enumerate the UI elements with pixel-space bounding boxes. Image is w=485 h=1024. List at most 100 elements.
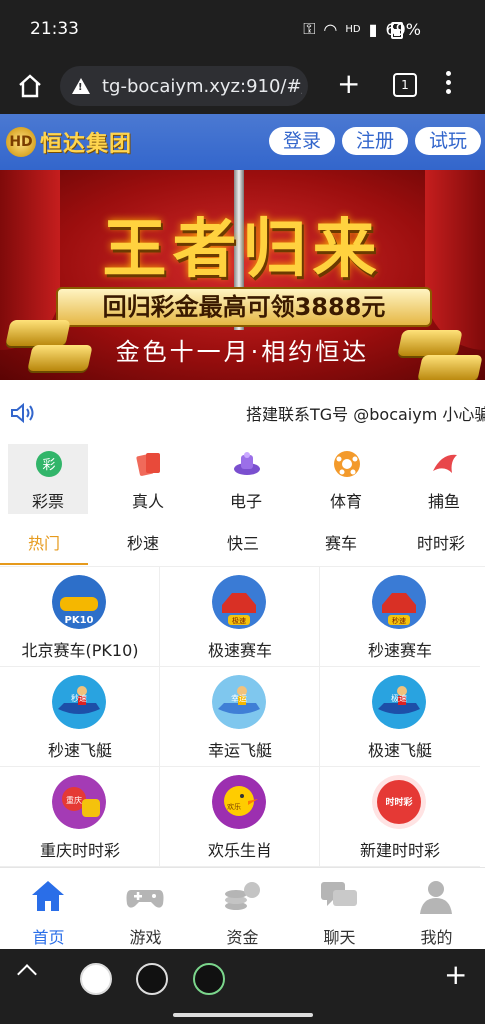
game-tile-miaosu-racing[interactable]: 秒速 秒速赛车	[320, 567, 480, 667]
nav-home[interactable]: 首页	[0, 868, 97, 950]
soccer-ball-icon	[334, 451, 360, 477]
game-name: 秒速飞艇	[47, 741, 112, 760]
game-tile-happy-zodiac[interactable]: 欢乐 欢乐生肖	[160, 767, 320, 867]
game-tile-jisu-racing[interactable]: 极速 极速赛车	[160, 567, 320, 667]
warning-icon[interactable]	[72, 78, 90, 94]
subtab-seconds[interactable]: 秒速	[127, 530, 159, 554]
game-icon-label: 极速	[232, 616, 246, 625]
address-bar[interactable]: tg-bocaiym.xyz:910/#/	[60, 66, 308, 106]
active-tab-underline	[0, 563, 88, 565]
gold-bar-icon	[27, 345, 93, 371]
trial-button[interactable]: 试玩	[415, 127, 481, 155]
network-type: HD	[345, 23, 361, 35]
banner-title: 王者归来	[102, 213, 383, 287]
subtab-k3[interactable]: 快三	[227, 530, 259, 554]
category-label: 彩票	[31, 492, 64, 511]
category-label: 真人	[131, 492, 164, 511]
game-icon-label: 时时彩	[385, 796, 412, 808]
url-text[interactable]: tg-bocaiym.xyz:910/#/	[102, 76, 302, 97]
category-tabs: 彩 彩票 真人 电子 体育 捕鱼	[0, 444, 485, 514]
game-tile-bjpk10[interactable]: PK10 北京赛车(PK10)	[0, 567, 160, 667]
category-sports[interactable]: 体育	[306, 444, 386, 514]
battery-icon	[391, 22, 403, 39]
category-label: 体育	[329, 492, 362, 511]
game-tile-chongqing-ssc[interactable]: 重庆 重庆时时彩	[0, 767, 160, 867]
game-icon-label: 幸运	[231, 694, 247, 703]
game-icon-label: 重庆	[66, 795, 82, 805]
fish-icon	[433, 454, 457, 473]
nav-label: 资金	[226, 928, 259, 947]
more-menu-icon[interactable]	[446, 71, 452, 98]
nav-profile[interactable]: 我的	[388, 868, 485, 950]
gold-bar-icon	[417, 355, 483, 380]
nav-games[interactable]: 游戏	[97, 868, 194, 950]
status-icons: ⚿ ◠ HD ▮ 69%	[303, 19, 421, 39]
game-icon-label: 极速	[391, 693, 407, 703]
category-fishing[interactable]: 捕鱼	[404, 444, 484, 514]
tab-favicon-icon[interactable]	[80, 963, 112, 995]
nav-label: 聊天	[323, 928, 356, 947]
subtab-hot[interactable]: 热门	[28, 530, 60, 554]
signal-icon: ▮	[368, 19, 378, 39]
user-icon	[420, 881, 452, 914]
chevron-up-icon[interactable]	[17, 964, 37, 984]
nav-label: 首页	[32, 928, 65, 947]
game-tile-jisu-boat[interactable]: 极速 极速飞艇	[320, 667, 480, 767]
game-name: 欢乐生肖	[207, 841, 272, 860]
nav-funds[interactable]: 资金	[194, 868, 291, 950]
game-name: 重庆时时彩	[39, 841, 120, 860]
game-name: 新建时时彩	[359, 841, 440, 860]
racing-car-icon: 秒速	[372, 575, 426, 629]
promo-banner[interactable]: 王者归来 回归彩金最高可领3888元 金色十一月·相约恒达	[0, 170, 485, 380]
pk10-car-icon: PK10	[52, 575, 106, 629]
lottery-icon: 彩	[36, 451, 62, 477]
new-tab-plus-icon[interactable]: +	[337, 70, 360, 98]
game-icon-label: 欢乐	[227, 802, 241, 811]
jet-ski-icon: 幸运	[212, 675, 266, 729]
banner-subtitle: 回归彩金最高可领3888元	[56, 287, 432, 327]
gold-bar-icon	[5, 320, 71, 346]
bottom-nav: 首页 游戏 资金 聊天 我的	[0, 867, 485, 950]
category-label: 捕鱼	[427, 492, 460, 511]
add-tab-icon[interactable]: +	[444, 961, 467, 989]
sub-tabs: 热门 秒速 快三 赛车 时时彩	[0, 514, 485, 567]
subtab-ssc[interactable]: 时时彩	[417, 530, 465, 554]
gamepad-icon	[126, 890, 164, 908]
chat-icon	[321, 882, 357, 906]
coins-icon	[225, 882, 260, 910]
browser-toolbar: tg-bocaiym.xyz:910/#/ + 1	[0, 58, 485, 114]
logo-badge-icon: HD	[6, 127, 36, 157]
subtab-racing[interactable]: 赛车	[325, 530, 357, 554]
game-tile-new-ssc[interactable]: 时时彩 新建时时彩	[320, 767, 480, 867]
game-icon-label: 秒速	[71, 693, 87, 703]
register-button[interactable]: 注册	[342, 127, 408, 155]
logo-text: 恒达集团	[40, 132, 133, 157]
active-tab-favicon-icon[interactable]	[193, 963, 225, 995]
nav-chat[interactable]: 聊天	[291, 868, 388, 950]
category-live[interactable]: 真人	[108, 444, 188, 514]
key-icon: ⚿	[303, 19, 316, 38]
game-icon-label: PK10	[65, 615, 94, 626]
site-logo[interactable]: HD 恒达集团	[6, 126, 132, 158]
slot-machine-icon	[234, 452, 260, 475]
jet-ski-icon: 秒速	[52, 675, 106, 729]
coins-ball-icon: 重庆	[52, 775, 106, 829]
wifi-icon: ◠	[323, 19, 338, 39]
game-name: 极速赛车	[207, 641, 272, 660]
category-lottery[interactable]: 彩 彩票	[8, 444, 88, 514]
browser-tab-strip: +	[0, 949, 485, 1009]
gold-bar-icon	[397, 330, 463, 356]
home-icon[interactable]	[16, 72, 44, 100]
gesture-bar	[0, 1009, 485, 1024]
category-electronic[interactable]: 电子	[206, 444, 286, 514]
game-tile-lucky-boat[interactable]: 幸运 幸运飞艇	[160, 667, 320, 767]
game-tile-miaosu-boat[interactable]: 秒速 秒速飞艇	[0, 667, 160, 767]
tab-count-button[interactable]: 1	[393, 73, 417, 97]
app-header: HD 恒达集团 登录 注册 试玩	[0, 114, 485, 170]
game-name: 秒速赛车	[367, 641, 432, 660]
status-time: 21:33	[30, 19, 79, 39]
tab-favicon-icon[interactable]	[136, 963, 168, 995]
jet-ski-icon: 极速	[372, 675, 426, 729]
login-button[interactable]: 登录	[269, 127, 335, 155]
speaker-icon	[11, 402, 34, 424]
